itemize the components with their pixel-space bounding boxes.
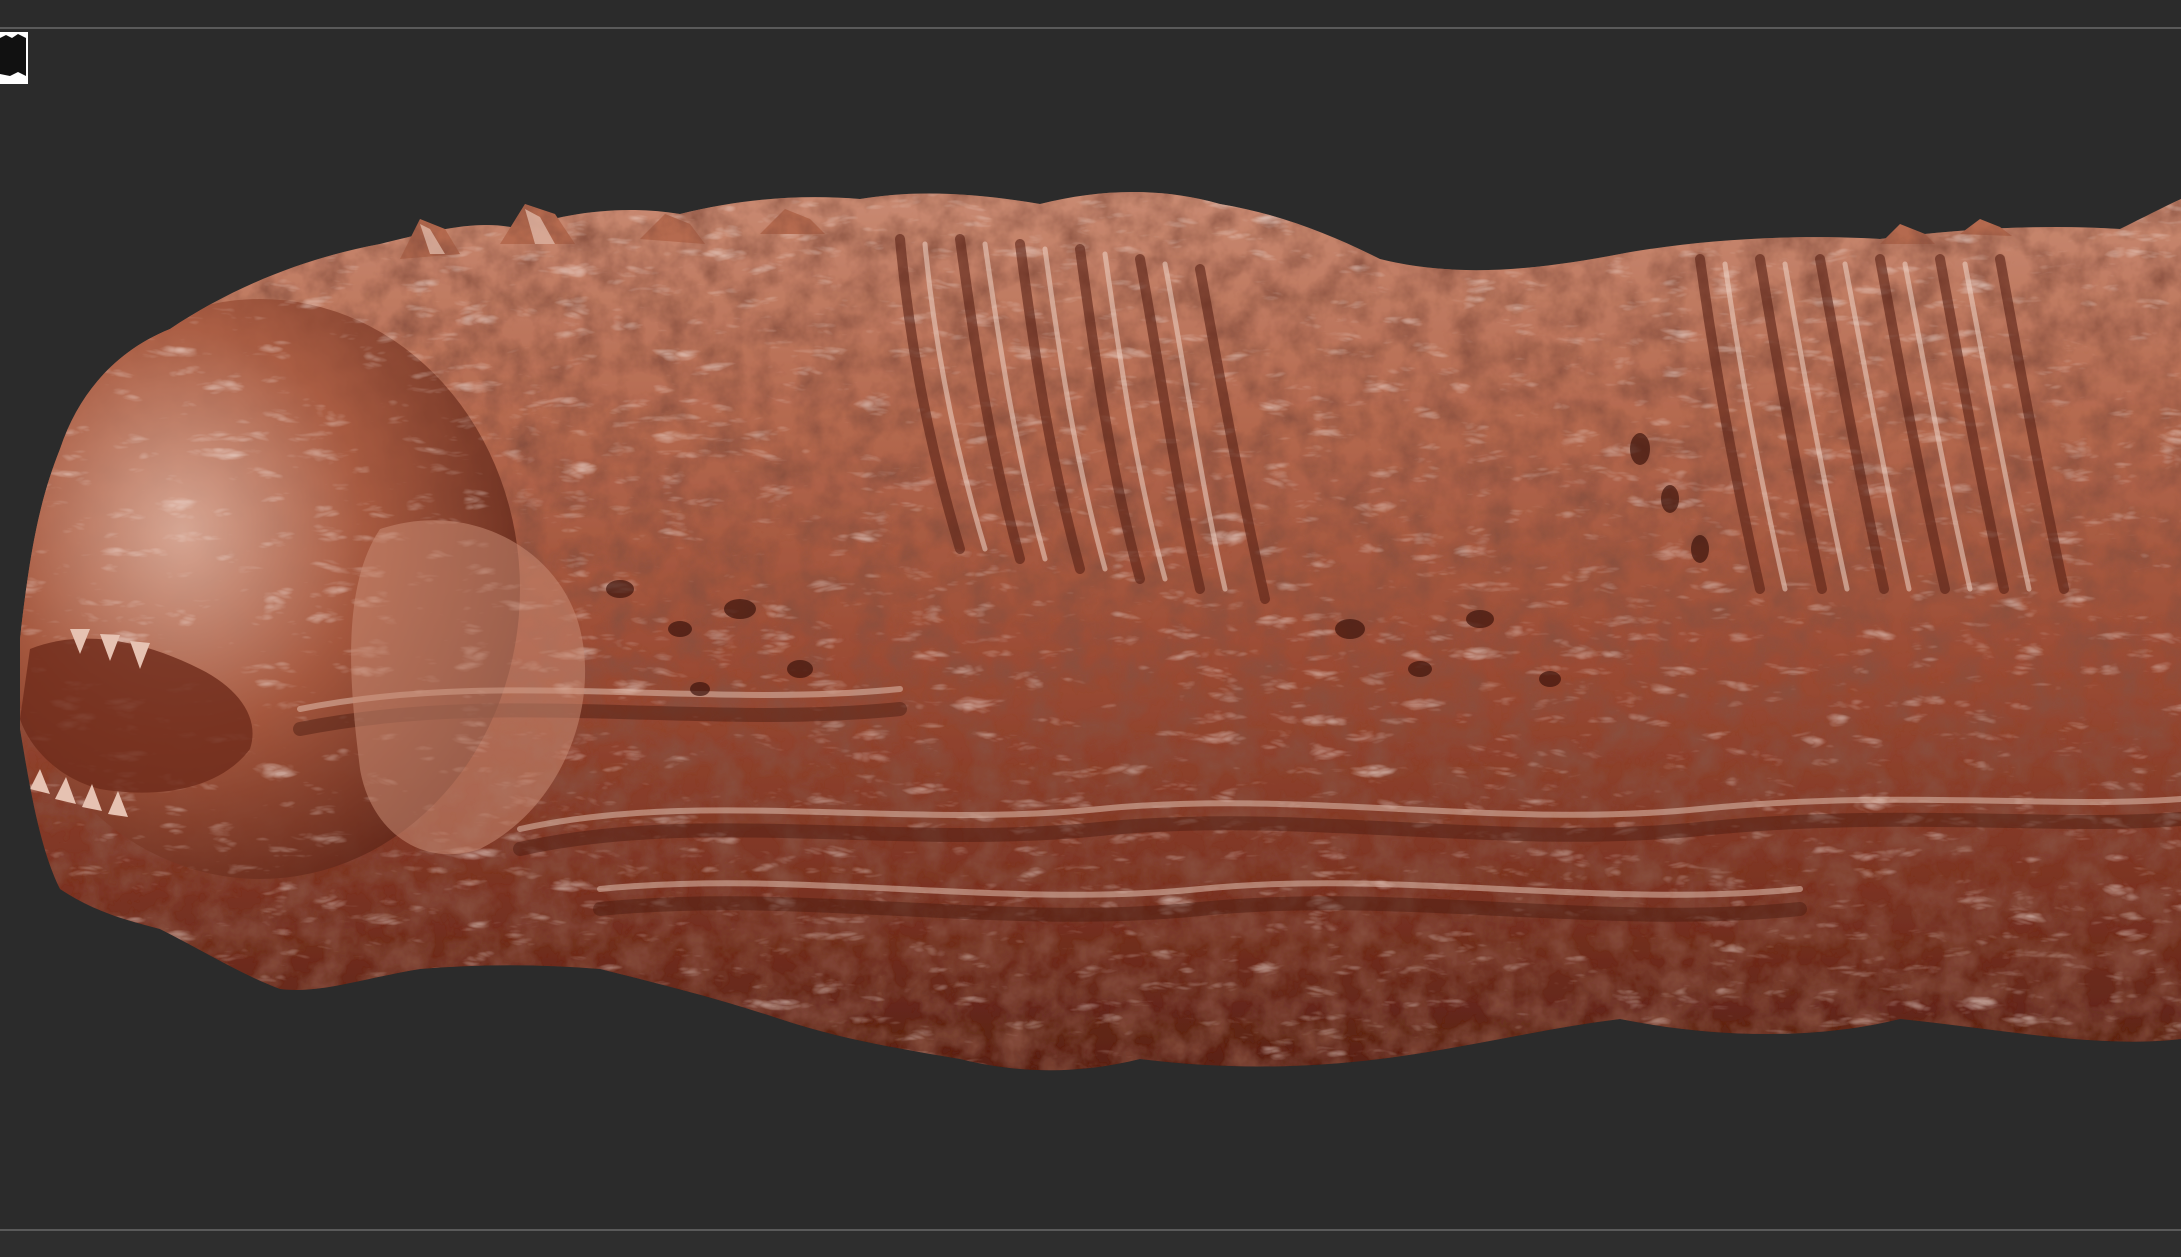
3d-viewport[interactable] xyxy=(0,29,2181,1229)
sculpt-render xyxy=(20,191,2181,1071)
zbrush-canvas[interactable] xyxy=(0,0,2181,1257)
bottom-tray xyxy=(0,1231,2181,1257)
